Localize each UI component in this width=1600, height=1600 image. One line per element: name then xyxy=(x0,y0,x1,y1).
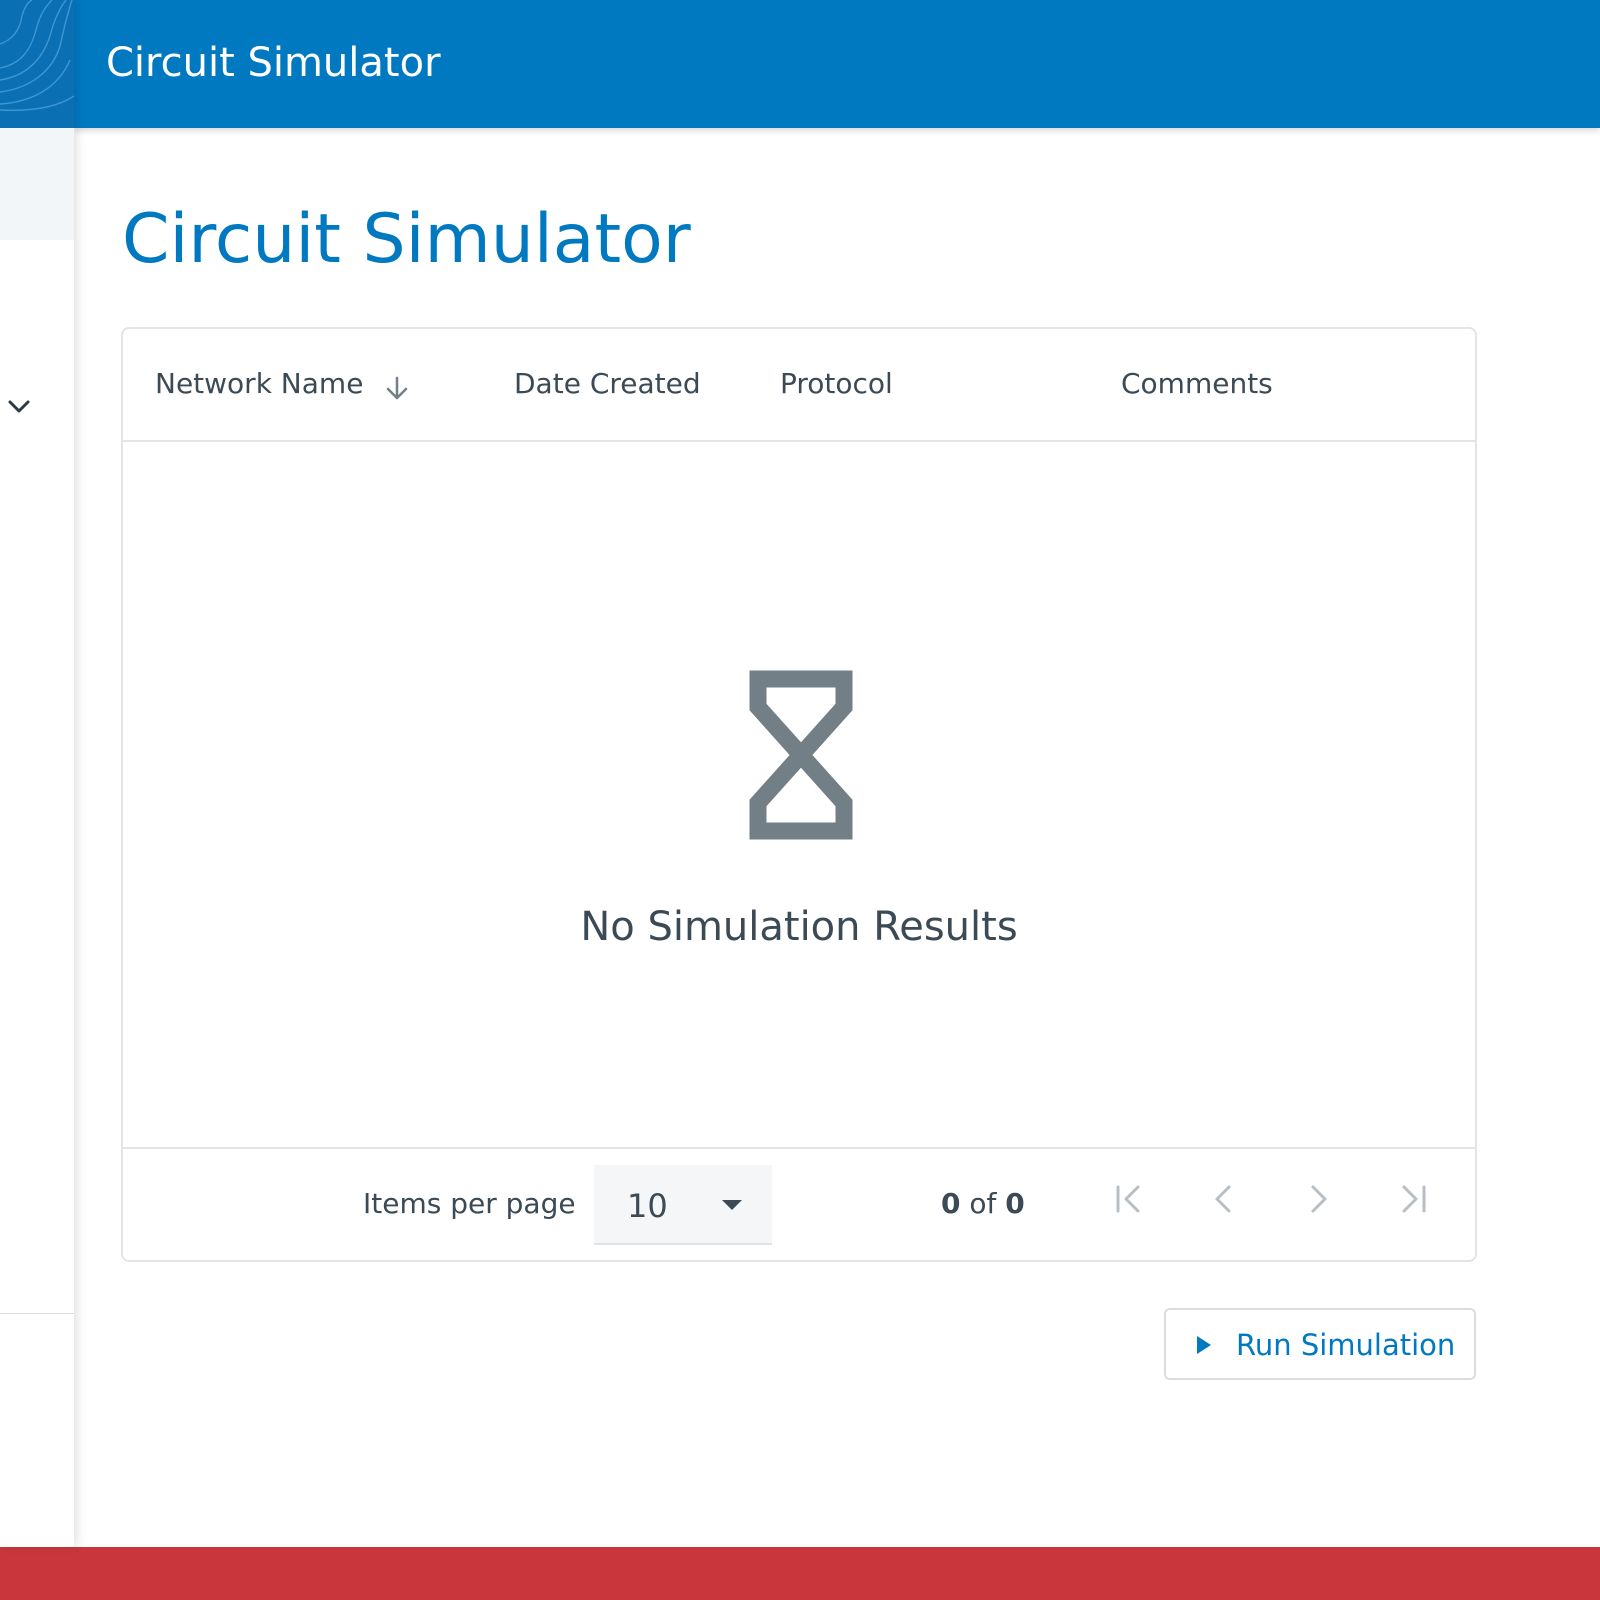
first-page-icon[interactable] xyxy=(1108,1179,1148,1219)
brand-logo[interactable] xyxy=(0,0,74,128)
sidebar xyxy=(0,0,74,1547)
play-icon xyxy=(1197,1336,1211,1354)
page-range-of: of xyxy=(969,1187,997,1220)
arrow-down-icon[interactable] xyxy=(383,374,411,402)
pagination-bar: Items per page 10 0 of 0 xyxy=(123,1147,1475,1260)
page-title: Circuit Simulator xyxy=(122,200,691,279)
sidebar-item-active[interactable] xyxy=(0,128,74,240)
items-per-page-value: 10 xyxy=(627,1187,668,1225)
hourglass-icon xyxy=(749,670,853,840)
chevron-down-icon[interactable] xyxy=(6,396,32,416)
column-header-network-name[interactable]: Network Name xyxy=(155,367,363,400)
app-title: Circuit Simulator xyxy=(106,40,441,86)
empty-message: No Simulation Results xyxy=(580,904,1018,950)
topographic-pattern-icon xyxy=(0,0,74,112)
results-table: Network Name Date Created Protocol Comme… xyxy=(121,327,1477,1262)
items-per-page-label: Items per page xyxy=(363,1187,576,1220)
page-range: 0 of 0 xyxy=(941,1187,1025,1220)
items-per-page-select[interactable]: 10 xyxy=(594,1165,772,1245)
run-simulation-button[interactable]: Run Simulation xyxy=(1164,1308,1476,1380)
column-header-protocol[interactable]: Protocol xyxy=(780,367,893,400)
next-page-icon[interactable] xyxy=(1299,1179,1339,1219)
app-header: Circuit Simulator xyxy=(74,0,1600,128)
caret-down-icon xyxy=(722,1200,742,1210)
sidebar-divider xyxy=(0,1313,74,1314)
run-simulation-label: Run Simulation xyxy=(1236,1328,1456,1362)
table-header-row: Network Name Date Created Protocol Comme… xyxy=(123,329,1475,442)
empty-state: No Simulation Results xyxy=(123,442,1475,1147)
last-page-icon[interactable] xyxy=(1394,1179,1434,1219)
footer-bar xyxy=(0,1547,1600,1600)
column-header-comments[interactable]: Comments xyxy=(1121,367,1273,400)
previous-page-icon[interactable] xyxy=(1203,1179,1243,1219)
page-range-total: 0 xyxy=(1005,1187,1025,1220)
column-header-date-created[interactable]: Date Created xyxy=(514,367,701,400)
page-range-start: 0 xyxy=(941,1187,961,1220)
